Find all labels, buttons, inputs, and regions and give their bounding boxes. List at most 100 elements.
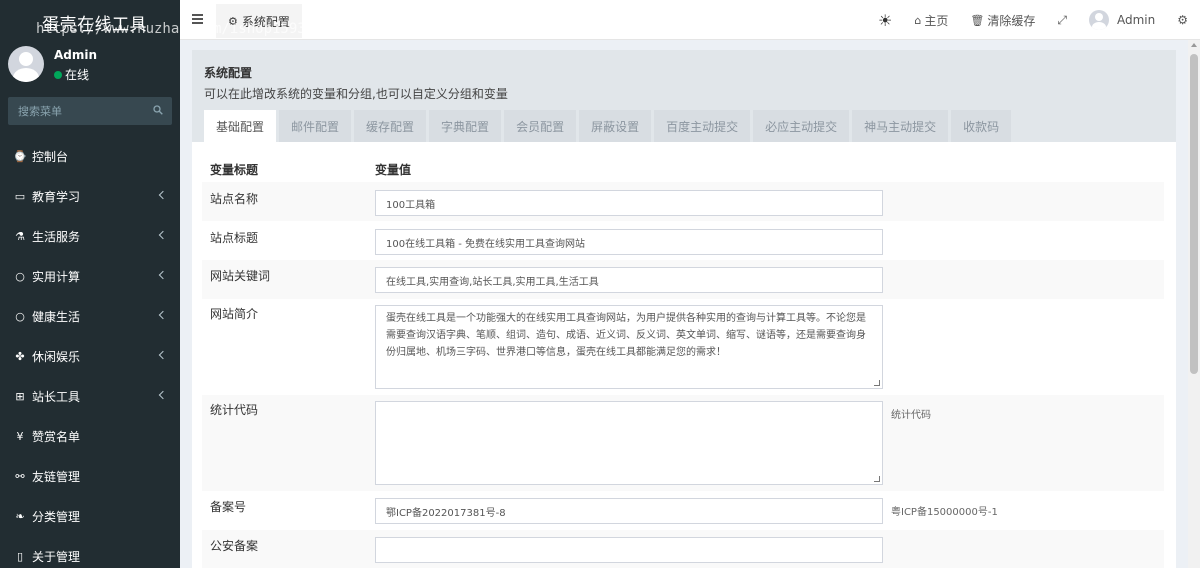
watermark: https://www.huzhan.com/ishop15931 xyxy=(36,21,315,37)
field-label: 统计代码 xyxy=(210,403,259,417)
field-label: 网站关键词 xyxy=(210,269,271,283)
desktop-icon: ▭ xyxy=(14,189,26,203)
sidebar: 蛋壳在线工具 Admin 在线 ⌚控制台▭教育学习⚗生活服务○实用计算○健康生活… xyxy=(0,0,180,568)
description-textarea[interactable]: 蛋壳在线工具是一个功能强大的在线实用工具查询网站，为用户提供各种实用的查询与计算… xyxy=(375,305,883,389)
scroll-thumb[interactable] xyxy=(1190,54,1198,374)
file-icon: ▯ xyxy=(16,549,24,563)
top-user-name[interactable]: Admin xyxy=(1117,13,1155,27)
sidebar-item-2[interactable]: ⚗ 生活服务 xyxy=(0,216,180,256)
icp-input[interactable]: 鄂ICP备2022017381号-8 xyxy=(375,498,883,524)
chevron-left-icon xyxy=(158,390,168,400)
sidebar-item-label: 分类管理 xyxy=(32,509,81,524)
search-input[interactable] xyxy=(8,97,172,125)
field-label: 站点标题 xyxy=(210,231,259,245)
online-dot-icon xyxy=(54,70,62,79)
sidebar-item-label: 控制台 xyxy=(32,149,69,164)
sidebar-item-1[interactable]: ▭ 教育学习 xyxy=(0,176,180,216)
sidebar-item-4[interactable]: ○ 健康生活 xyxy=(0,296,180,336)
keywords-input[interactable]: 在线工具,实用查询,站长工具,实用工具,生活工具 xyxy=(375,267,883,293)
chevron-left-icon xyxy=(158,230,168,240)
trash-icon: 🗑 xyxy=(970,13,985,27)
top-actions: ☀ ⌂ 主页 🗑 清除缓存 ⤢ Admin ⚙ xyxy=(878,0,1200,40)
config-panel: 系统配置 可以在此增改系统的变量和分组,也可以自定义分组和变量 基础配置 邮件配置… xyxy=(192,50,1176,568)
home-link[interactable]: ⌂ 主页 xyxy=(914,12,948,29)
main-content: 系统配置 可以在此增改系统的变量和分组,也可以自定义分组和变量 基础配置 邮件配置… xyxy=(180,40,1188,568)
tab-6[interactable]: 百度主动提交 xyxy=(654,110,751,142)
tab-1[interactable]: 邮件配置 xyxy=(279,110,352,142)
site-title-input[interactable]: 100在线工具箱 - 免费在线实用工具查询网站 xyxy=(375,229,883,255)
sidebar-item-3[interactable]: ○ 实用计算 xyxy=(0,256,180,296)
field-label: 备案号 xyxy=(210,500,247,514)
chevron-left-icon xyxy=(158,270,168,280)
cogs-icon[interactable]: ⚙ xyxy=(1177,13,1188,27)
user-status-text: 在线 xyxy=(65,68,90,82)
topbar: ⚙ 系统配置 ☀ ⌂ 主页 🗑 清除缓存 ⤢ Admin ⚙ xyxy=(180,0,1200,40)
sidebar-menu: ⌚ 控制台 ▭ 教育学习 ⚗ 生活服务 ○ 实用计算 ○ 健康生活 ✤ 休闲娱乐 ⊞ 站长工具 ¥ 赞赏名单 ⚯… xyxy=(0,136,180,568)
tab-3[interactable]: 字典配置 xyxy=(429,110,502,142)
resize-grip-icon[interactable] xyxy=(874,380,880,386)
sidebar-item-label: 站长工具 xyxy=(32,389,81,404)
tab-4[interactable]: 会员配置 xyxy=(504,110,577,142)
avatar xyxy=(8,46,44,82)
scroll-up-icon[interactable] xyxy=(1191,43,1197,47)
sun-icon[interactable]: ☀ xyxy=(878,11,892,30)
sidebar-search xyxy=(8,97,172,125)
link-icon: ⚯ xyxy=(15,469,25,483)
sidebar-item-label: 实用计算 xyxy=(32,269,81,284)
row-site-name: 站点名称 100工具箱 xyxy=(202,182,1164,221)
row-site-title: 站点标题 100在线工具箱 - 免费在线实用工具查询网站 xyxy=(202,221,1164,260)
user-panel: Admin 在线 xyxy=(0,40,180,92)
sidebar-item-5[interactable]: ✤ 休闲娱乐 xyxy=(0,336,180,376)
sidebar-item-8[interactable]: ⚯ 友链管理 xyxy=(0,456,180,496)
leaf-icon: ❧ xyxy=(15,509,25,523)
resize-grip-icon[interactable] xyxy=(874,476,880,482)
stats-code-textarea[interactable] xyxy=(375,401,883,485)
sidebar-item-label: 健康生活 xyxy=(32,309,81,324)
dashboard-icon: ⌚ xyxy=(13,149,27,163)
clear-cache-button[interactable]: 🗑 清除缓存 xyxy=(970,12,1035,29)
top-avatar[interactable] xyxy=(1088,10,1109,30)
chevron-left-icon xyxy=(158,190,168,200)
icp-help: 粤ICP备15000000号-1 xyxy=(891,507,998,518)
row-keywords: 网站关键词 在线工具,实用查询,站长工具,实用工具,生活工具 xyxy=(202,260,1164,299)
table-header: 变量标题 变量值 xyxy=(202,156,1164,182)
sidebar-item-label: 生活服务 xyxy=(32,229,81,244)
search-icon[interactable] xyxy=(153,105,163,115)
field-label: 公安备案 xyxy=(210,539,259,553)
user-name: Admin xyxy=(54,48,98,62)
config-tabs: 基础配置 邮件配置 缓存配置 字典配置 会员配置 屏蔽设置 百度主动提交 必应主动提交 神马主动… xyxy=(204,110,1014,142)
police-input[interactable] xyxy=(375,537,883,563)
home-icon: ⌂ xyxy=(914,13,922,27)
tab-8[interactable]: 神马主动提交 xyxy=(852,110,949,142)
tab-5[interactable]: 屏蔽设置 xyxy=(579,110,652,142)
column-header-name: 变量标题 xyxy=(210,162,259,177)
sidebar-item-label: 友链管理 xyxy=(32,469,81,484)
site-name-input[interactable]: 100工具箱 xyxy=(375,190,883,216)
sidebar-item-7[interactable]: ¥ 赞赏名单 xyxy=(0,416,180,456)
tab-2[interactable]: 缓存配置 xyxy=(354,110,427,142)
fullscreen-icon[interactable]: ⤢ xyxy=(1057,13,1067,28)
tab-7[interactable]: 必应主动提交 xyxy=(753,110,850,142)
sidebar-item-0[interactable]: ⌚ 控制台 xyxy=(0,136,180,176)
field-label: 站点名称 xyxy=(210,192,259,206)
sidebar-item-9[interactable]: ❧ 分类管理 xyxy=(0,496,180,536)
sidebar-item-6[interactable]: ⊞ 站长工具 xyxy=(0,376,180,416)
stats-code-help: 统计代码 xyxy=(891,410,931,421)
paw-icon: ✤ xyxy=(15,349,25,363)
chevron-left-icon xyxy=(158,310,168,320)
home-label: 主页 xyxy=(924,13,949,28)
column-header-value: 变量值 xyxy=(375,162,412,177)
yen-icon: ¥ xyxy=(16,429,24,443)
scrollbar[interactable] xyxy=(1188,40,1200,568)
tab-9[interactable]: 收款码 xyxy=(951,110,1012,142)
tab-0[interactable]: 基础配置 xyxy=(204,110,277,142)
clear-cache-label: 清除缓存 xyxy=(987,13,1036,28)
sidebar-item-label: 赞赏名单 xyxy=(32,429,81,444)
chevron-left-icon xyxy=(158,350,168,360)
circle-icon: ○ xyxy=(15,269,25,283)
flask-icon: ⚗ xyxy=(15,229,25,243)
user-status: 在线 xyxy=(54,66,89,83)
sidebar-item-10[interactable]: ▯ 关于管理 xyxy=(0,536,180,568)
sitemap-icon: ⊞ xyxy=(15,389,25,403)
panel-body: 变量标题 变量值 站点名称 100工具箱 站点标题 100在线工具箱 - 免费在… xyxy=(192,142,1176,568)
